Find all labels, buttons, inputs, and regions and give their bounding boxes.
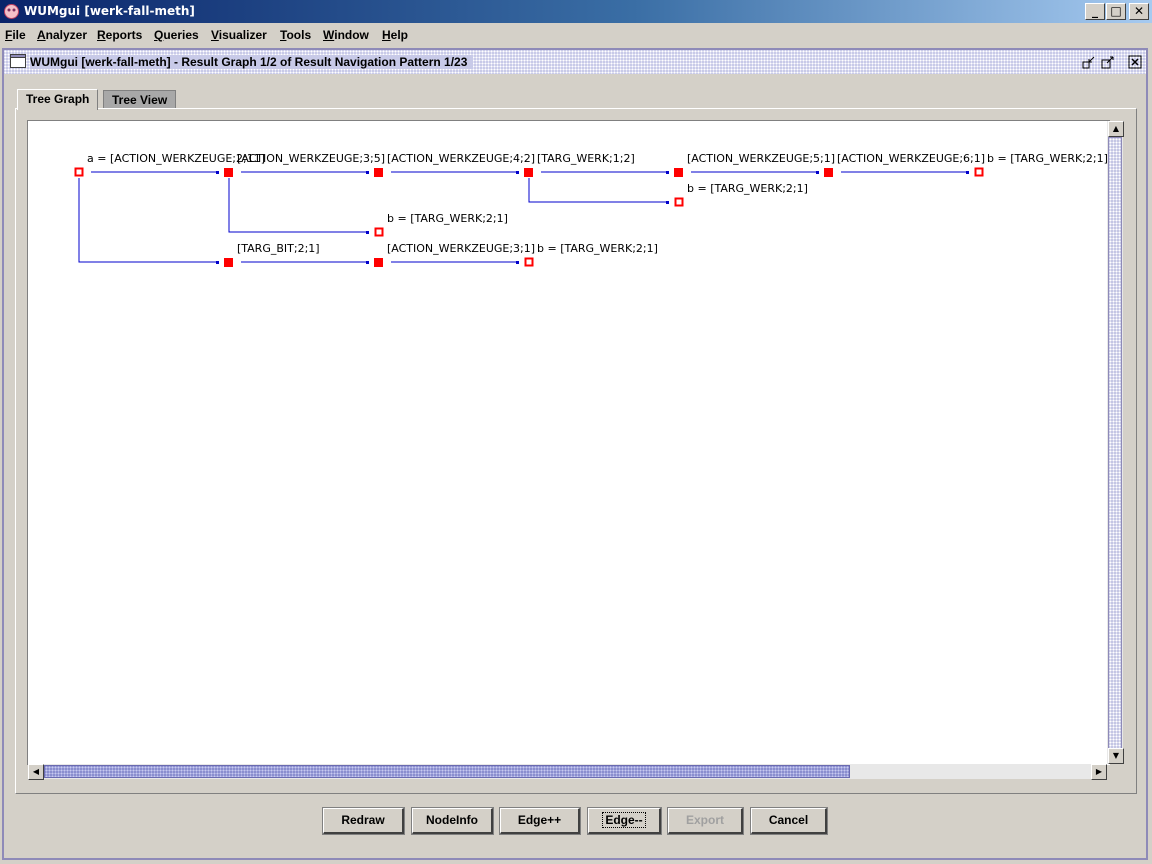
edge-minus-button[interactable]: Edge-- [587,807,662,835]
edge-arrow-dot [366,261,369,264]
maximize-button[interactable]: □ [1106,3,1126,20]
minimize-button[interactable]: _ [1085,3,1105,20]
edge-arrow-dot [216,171,219,174]
app-icon [4,4,19,19]
node-label: b = [TARG_WERK;2;1] [537,242,658,255]
edge-arrow-dot [366,171,369,174]
edge-plus-label: Edge++ [517,813,562,827]
graph-node [374,168,383,177]
menu-help[interactable]: Help [382,28,408,42]
graph-edge [228,178,367,233]
vertical-scrollbar[interactable]: ▲ ▼ [1107,121,1124,764]
menu-queries[interactable]: Queries [154,28,199,42]
export-button[interactable]: Export [667,807,744,835]
graph-edge [528,178,667,203]
node-label: [ACTION_WERKZEUGE;3;1] [387,242,535,255]
tab-tree-view[interactable]: Tree View [103,90,177,108]
horizontal-scroll-thumb[interactable] [44,765,850,778]
edge-arrow-dot [216,261,219,264]
scroll-up-icon[interactable]: ▲ [1108,121,1124,137]
graph-node-leaf [374,227,384,237]
export-label: Export [685,813,724,827]
scroll-down-icon[interactable]: ▼ [1108,748,1124,764]
frame-titlebar: WUMgui [werk-fall-meth] - Result Graph 1… [4,50,1146,74]
graph-edge [78,178,217,263]
edge-arrow-dot [516,171,519,174]
cancel-button[interactable]: Cancel [750,807,828,835]
menu-visualizer[interactable]: Visualizer [211,28,267,42]
edge-arrow-dot [666,201,669,204]
edge-plus-button[interactable]: Edge++ [499,807,581,835]
node-label: b = [TARG_WERK;2;1] [387,212,508,225]
close-button[interactable]: ✕ [1129,3,1149,20]
scroll-right-icon[interactable]: ▶ [1091,764,1107,780]
tab-tree-graph[interactable]: Tree Graph [17,89,99,110]
edge-arrow-dot [516,261,519,264]
vertical-scroll-thumb[interactable] [1108,137,1122,749]
graph-canvas[interactable]: a = [ACTION_WERKZEUGE;2;11] [ACTION_WERK… [27,120,1110,765]
node-label: [ACTION_WERKZEUGE;5;1] [687,152,835,165]
node-label: [ACTION_WERKZEUGE;3;5] [237,152,385,165]
graph-node [224,258,233,267]
app-titlebar: WUMgui [werk-fall-meth] _ □ ✕ [0,0,1152,23]
app-title: WUMgui [werk-fall-meth] [24,4,195,18]
nodeinfo-button[interactable]: NodeInfo [411,807,494,835]
nodeinfo-label: NodeInfo [426,813,478,827]
node-label: [TARG_BIT;2;1] [237,242,320,255]
frame-icon [10,54,26,68]
menu-bar: File Analyzer Reports Queries Visualizer… [0,24,1152,46]
edge-arrow-dot [816,171,819,174]
node-label: [ACTION_WERKZEUGE;4;2] [387,152,535,165]
menu-file[interactable]: File [5,28,26,42]
frame-iconify-icon[interactable] [1082,55,1096,69]
node-label: [ACTION_WERKZEUGE;6;1] [837,152,985,165]
graph-node [824,168,833,177]
horizontal-scrollbar[interactable]: ◀ ▶ [28,764,1107,780]
scroll-left-icon[interactable]: ◀ [28,764,44,780]
graph-node-leaf [674,197,684,207]
graph-node-leaf [524,257,534,267]
graph-node [374,258,383,267]
redraw-label: Redraw [341,813,385,827]
menu-reports[interactable]: Reports [97,28,142,42]
graph-node [524,168,533,177]
tree-graph: a = [ACTION_WERKZEUGE;2;11] [ACTION_WERK… [74,152,1108,267]
frame-title: WUMgui [werk-fall-meth] - Result Graph 1… [30,55,474,69]
graph-node-root [74,167,84,177]
graph-node [224,168,233,177]
node-label: b = [TARG_WERK;2;1] [687,182,808,195]
graph-node-leaf [974,167,984,177]
cancel-label: Cancel [768,813,809,827]
menu-window[interactable]: Window [323,28,369,42]
edge-minus-label: Edge-- [602,812,646,828]
node-label: [TARG_WERK;1;2] [537,152,635,165]
frame-restore-icon[interactable] [1101,55,1115,69]
edge-arrow-dot [966,171,969,174]
edge-arrow-dot [366,231,369,234]
menu-analyzer[interactable]: Analyzer [37,28,87,42]
node-label: b = [TARG_WERK;2;1] [987,152,1108,165]
graph-node [674,168,683,177]
edge-arrow-dot [666,171,669,174]
menu-tools[interactable]: Tools [280,28,311,42]
frame-close-icon[interactable] [1128,55,1142,69]
redraw-button[interactable]: Redraw [322,807,405,835]
